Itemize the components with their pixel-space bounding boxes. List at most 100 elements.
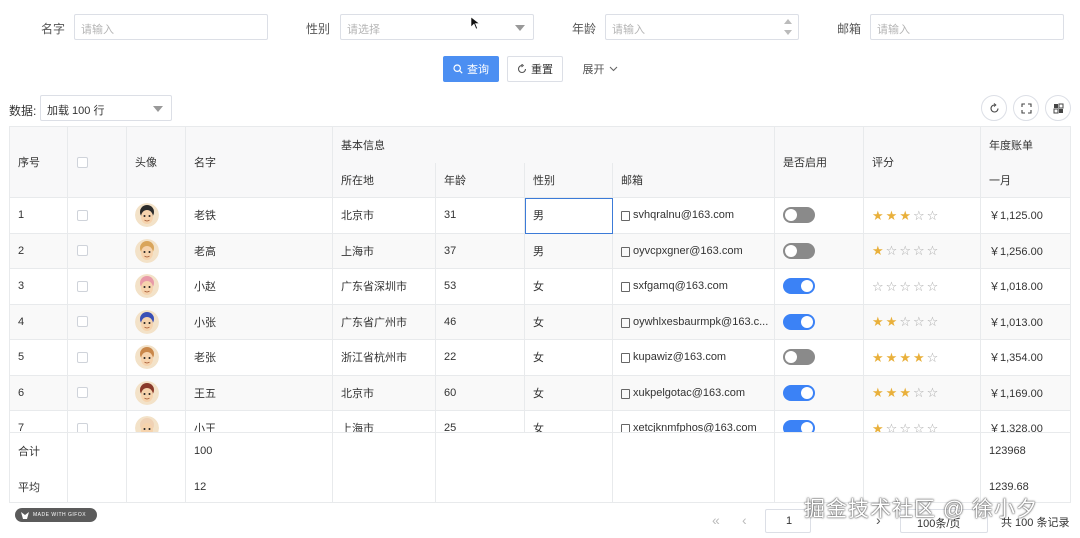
enabled-switch[interactable] <box>783 313 815 330</box>
email-cell: oyvcpxgner@163.com <box>613 233 775 269</box>
header-enabled: 是否启用 <box>775 127 864 198</box>
star-empty-icon[interactable]: ☆ <box>899 244 911 257</box>
rating-cell: ★ ★ ★ ★ ☆ <box>864 340 981 376</box>
star-empty-icon[interactable]: ☆ <box>913 244 925 257</box>
enabled-cell <box>775 269 864 305</box>
increment-icon[interactable] <box>784 19 792 24</box>
row-checkbox[interactable] <box>77 387 88 399</box>
avatar <box>135 238 159 263</box>
enabled-switch[interactable] <box>783 384 815 401</box>
star-empty-icon[interactable]: ☆ <box>927 244 939 257</box>
select-all-checkbox[interactable] <box>77 156 88 168</box>
star-empty-icon[interactable]: ☆ <box>913 209 925 222</box>
star-empty-icon[interactable]: ☆ <box>899 315 911 328</box>
star-empty-icon[interactable]: ☆ <box>886 244 898 257</box>
enabled-cell <box>775 233 864 269</box>
star-filled-icon[interactable]: ★ <box>872 209 884 222</box>
decrement-icon[interactable] <box>784 30 792 35</box>
star-empty-icon[interactable]: ☆ <box>927 386 939 399</box>
star-filled-icon[interactable]: ★ <box>899 351 911 364</box>
mail-icon <box>621 353 630 364</box>
footer-blank <box>613 433 775 502</box>
star-empty-icon[interactable]: ☆ <box>913 315 925 328</box>
star-filled-icon[interactable]: ★ <box>913 351 925 364</box>
name-input[interactable]: 请输入 <box>74 14 268 40</box>
avatar <box>135 380 159 405</box>
index-cell: 1 <box>10 198 68 234</box>
fullscreen-button[interactable] <box>1013 95 1039 121</box>
age-cell: 46 <box>436 304 525 340</box>
row-checkbox[interactable] <box>77 316 88 328</box>
switch-knob <box>801 280 813 293</box>
name-cell: 小赵 <box>186 269 333 305</box>
star-filled-icon[interactable]: ★ <box>886 351 898 364</box>
avatar-cell <box>127 375 186 411</box>
index-cell: 3 <box>10 269 68 305</box>
first-page-icon[interactable]: « <box>712 512 720 528</box>
star-empty-icon[interactable]: ☆ <box>913 386 925 399</box>
star-filled-icon[interactable]: ★ <box>886 209 898 222</box>
columns-button[interactable] <box>1045 95 1071 121</box>
row-select-cell <box>68 340 127 376</box>
gender-cell[interactable]: 男 <box>525 198 613 234</box>
email-input[interactable]: 请输入 <box>870 14 1064 40</box>
switch-knob <box>785 209 797 222</box>
star-empty-icon[interactable]: ☆ <box>913 280 925 293</box>
expand-button[interactable]: 展开 <box>580 56 620 82</box>
avatar <box>135 309 159 334</box>
name-cell: 老高 <box>186 233 333 269</box>
header-rating: 评分 <box>864 127 981 198</box>
footer-blank <box>436 433 613 502</box>
star-empty-icon[interactable]: ☆ <box>927 351 939 364</box>
star-filled-icon[interactable]: ★ <box>872 351 884 364</box>
reset-label: 重置 <box>531 64 553 76</box>
footer-sum-label: 合计 <box>10 433 68 469</box>
star-filled-icon[interactable]: ★ <box>886 315 898 328</box>
header-index: 序号 <box>10 127 68 198</box>
index-cell: 5 <box>10 340 68 376</box>
star-filled-icon[interactable]: ★ <box>886 386 898 399</box>
avatar-cell <box>127 340 186 376</box>
avatar-cell <box>127 198 186 234</box>
index-cell: 2 <box>10 233 68 269</box>
location-cell: 北京市 <box>333 375 436 411</box>
star-empty-icon[interactable]: ☆ <box>899 280 911 293</box>
star-empty-icon[interactable]: ☆ <box>927 280 939 293</box>
enabled-switch[interactable] <box>783 242 815 259</box>
age-cell: 31 <box>436 198 525 234</box>
star-filled-icon[interactable]: ★ <box>872 244 884 257</box>
star-filled-icon[interactable]: ★ <box>872 386 884 399</box>
mail-icon <box>621 211 630 222</box>
star-filled-icon[interactable]: ★ <box>899 386 911 399</box>
enabled-switch[interactable] <box>783 207 815 224</box>
row-checkbox[interactable] <box>77 280 88 292</box>
star-filled-icon[interactable]: ★ <box>899 209 911 222</box>
month1-cell: ￥1,354.00 <box>981 340 1070 376</box>
header-annual-bill: 年度账单 <box>981 127 1070 163</box>
star-empty-icon[interactable]: ☆ <box>927 315 939 328</box>
avatar <box>135 203 159 228</box>
refresh-button[interactable] <box>981 95 1007 121</box>
gender-select[interactable]: 请选择 <box>340 14 534 40</box>
query-button[interactable]: 查询 <box>443 56 499 82</box>
enabled-switch[interactable] <box>783 349 815 366</box>
age-input[interactable]: 请输入 <box>605 14 799 40</box>
email-cell: xukpelgotac@163.com <box>613 375 775 411</box>
row-checkbox[interactable] <box>77 245 88 257</box>
row-select-cell <box>68 375 127 411</box>
row-select-cell <box>68 198 127 234</box>
star-filled-icon[interactable]: ★ <box>872 315 884 328</box>
star-empty-icon[interactable]: ☆ <box>886 280 898 293</box>
row-checkbox[interactable] <box>77 209 88 221</box>
star-empty-icon[interactable]: ☆ <box>927 209 939 222</box>
mail-icon <box>621 282 630 293</box>
enabled-switch[interactable] <box>783 278 815 295</box>
footer-blank <box>333 433 436 502</box>
star-empty-icon[interactable]: ☆ <box>872 280 884 293</box>
row-checkbox[interactable] <box>77 351 88 363</box>
reset-button[interactable]: 重置 <box>507 56 563 82</box>
prev-page-icon[interactable]: ‹ <box>742 512 747 528</box>
data-label: 数据: <box>9 104 37 118</box>
mail-icon <box>621 388 630 399</box>
load-rows-select[interactable]: 加载 100 行 <box>40 95 172 121</box>
